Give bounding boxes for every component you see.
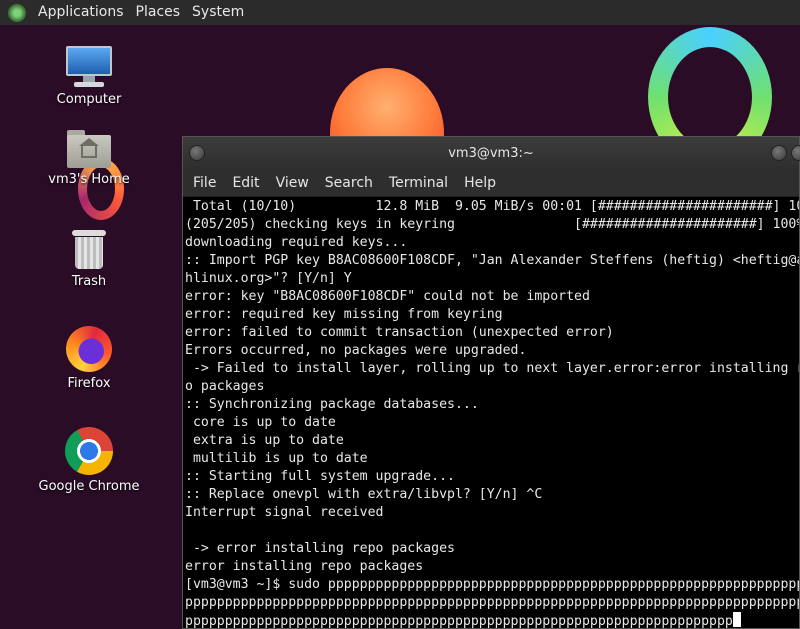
terminal-line: :: Starting full system upgrade...: [185, 469, 455, 484]
desktop-icon-label: Firefox: [67, 376, 111, 391]
trash-icon: [72, 228, 106, 270]
desktop-icon-computer[interactable]: Computer: [34, 46, 144, 107]
desktop-icon-label: Trash: [71, 274, 107, 289]
close-button[interactable]: [791, 145, 800, 161]
terminal-line: Interrupt signal received: [185, 505, 384, 520]
menu-help[interactable]: Help: [456, 170, 504, 196]
computer-icon: [65, 46, 113, 88]
menu-search[interactable]: Search: [317, 170, 381, 196]
desktop-icon-label: vm3's Home: [48, 172, 130, 187]
desktop-icon-trash[interactable]: Trash: [34, 228, 144, 289]
terminal-line: error: key "B8AC08600F108CDF" could not …: [185, 289, 590, 304]
terminal-line: multilib is up to date: [185, 451, 368, 466]
terminal-line: :: Replace onevpl with extra/libvpl? [Y/…: [185, 487, 543, 502]
terminal-line: [vm3@vm3 ~]$ sudo pppppppppppppppppppppp…: [185, 577, 799, 592]
terminal-title: vm3@vm3:~: [448, 146, 534, 161]
terminal-menubar: File Edit View Search Terminal Help: [183, 170, 799, 197]
terminal-titlebar[interactable]: vm3@vm3:~: [183, 137, 800, 170]
desktop-icon-label: Google Chrome: [38, 479, 140, 494]
terminal-line: (205/205) checking keys in keyring [####…: [185, 217, 799, 232]
desktop-icon-home[interactable]: vm3's Home: [34, 130, 144, 187]
text-cursor: [732, 612, 741, 627]
terminal-line: o packages: [185, 379, 265, 394]
minimize-button[interactable]: [771, 145, 787, 161]
terminal-window[interactable]: vm3@vm3:~ File Edit View Search Terminal…: [182, 136, 800, 629]
terminal-line: -> error installing repo packages: [185, 541, 455, 556]
terminal-line: error: failed to commit transaction (une…: [185, 325, 614, 340]
terminal-line: pppppppppppppppppppppppppppppppppppppppp…: [185, 595, 799, 610]
chrome-icon: [65, 427, 113, 475]
terminal-line: hlinux.org>"? [Y/n] Y: [185, 271, 352, 286]
menu-applications[interactable]: Applications: [32, 0, 130, 25]
desktop-icon-label: Computer: [56, 92, 122, 107]
terminal-line: :: Synchronizing package databases...: [185, 397, 479, 412]
menu-view[interactable]: View: [268, 170, 317, 196]
terminal-line: :: Import PGP key B8AC08600F108CDF, "Jan…: [185, 253, 799, 268]
desktop-icon-firefox[interactable]: Firefox: [34, 326, 144, 391]
menu-system[interactable]: System: [186, 0, 250, 25]
desktop-icon-chrome[interactable]: Google Chrome: [34, 427, 144, 494]
terminal-line: Errors occurred, no packages were upgrad…: [185, 343, 527, 358]
terminal-line: error: required key missing from keyring: [185, 307, 503, 322]
menu-edit[interactable]: Edit: [224, 170, 267, 196]
terminal-line: core is up to date: [185, 415, 336, 430]
terminal-output[interactable]: Total (10/10) 12.8 MiB 9.05 MiB/s 00:01 …: [185, 197, 799, 628]
terminal-line-text: pppppppppppppppppppppppppppppppppppppppp…: [185, 614, 733, 628]
terminal-line: extra is up to date: [185, 433, 344, 448]
menu-places[interactable]: Places: [130, 0, 187, 25]
terminal-line: Total (10/10) 12.8 MiB 9.05 MiB/s 00:01 …: [185, 199, 799, 214]
top-panel: Applications Places System: [0, 0, 800, 25]
firefox-icon: [66, 326, 112, 372]
window-menu-button[interactable]: [189, 145, 205, 161]
terminal-line: -> Failed to install layer, rolling up t…: [185, 361, 799, 376]
terminal-line: error installing repo packages: [185, 559, 424, 574]
home-folder-icon: [67, 130, 111, 168]
menu-file[interactable]: File: [185, 170, 224, 196]
distro-logo-icon[interactable]: [8, 3, 26, 22]
terminal-line: downloading required keys...: [185, 235, 408, 250]
menu-terminal[interactable]: Terminal: [381, 170, 456, 196]
terminal-prompt-line[interactable]: pppppppppppppppppppppppppppppppppppppppp…: [185, 612, 799, 628]
